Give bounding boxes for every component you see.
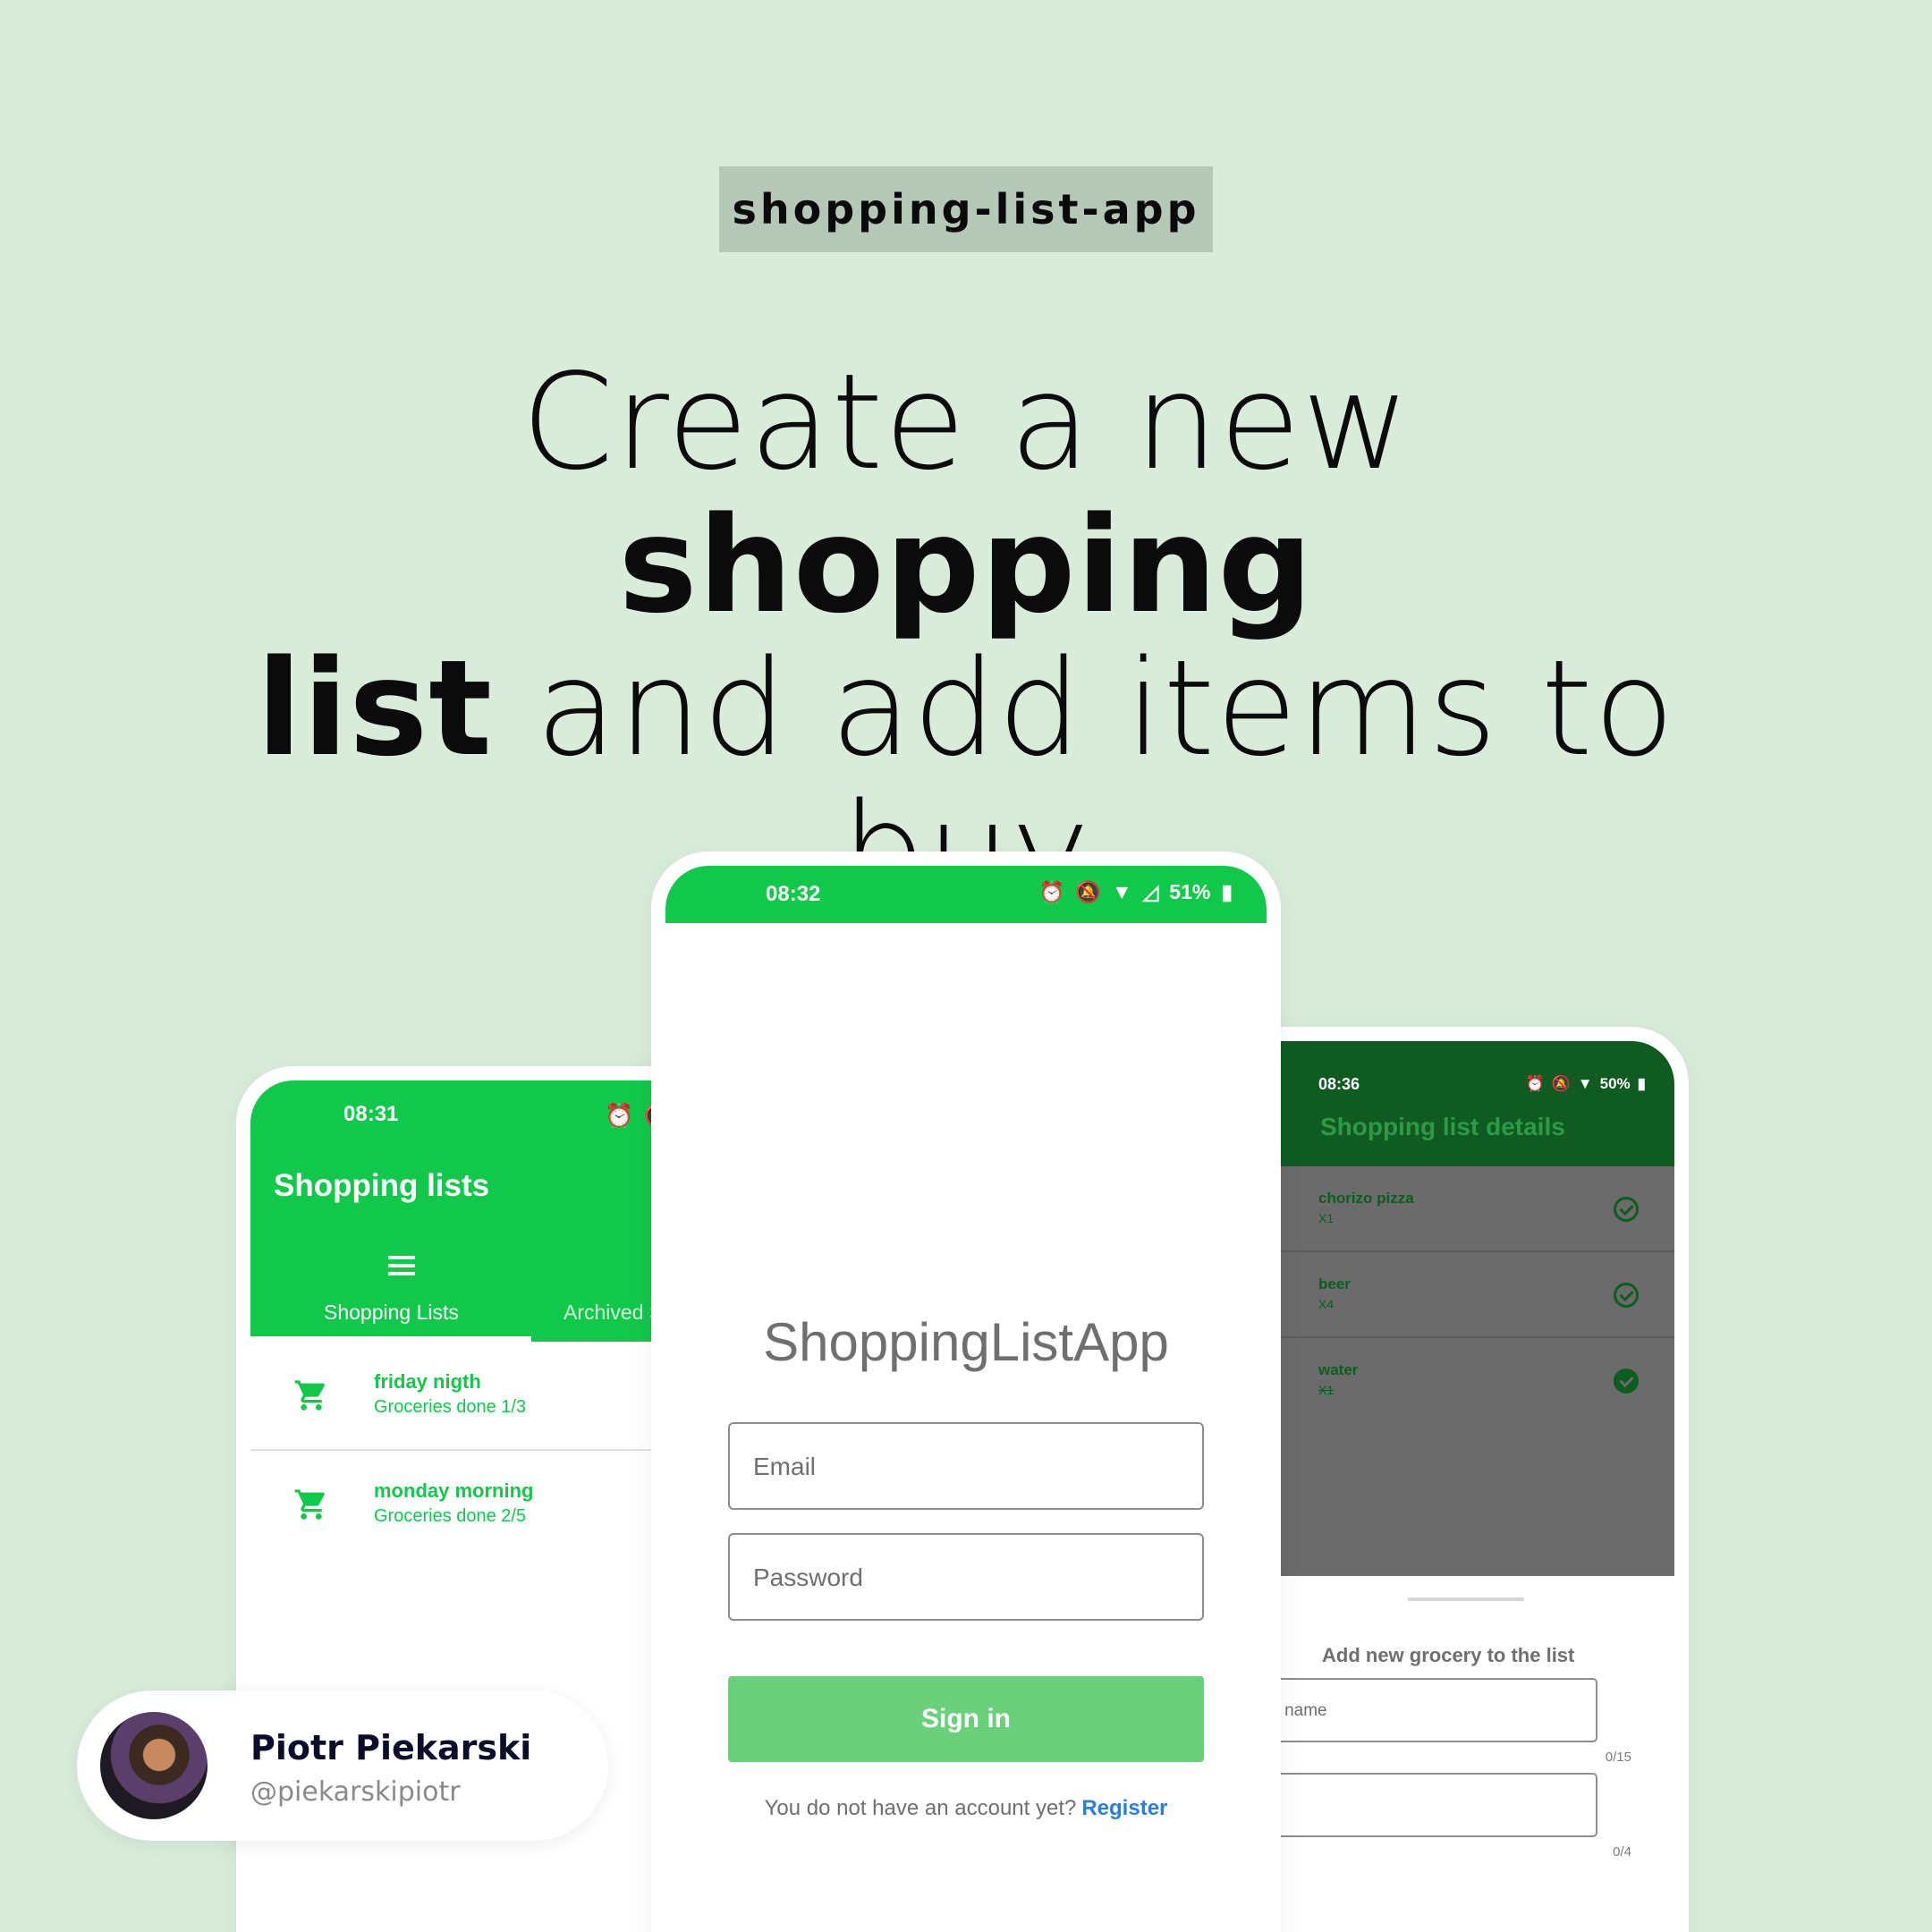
headline: Create a new shopping list and add items … (161, 351, 1771, 923)
status-time: 08:32 (766, 882, 821, 906)
status-time: 08:31 (343, 1102, 399, 1126)
status-time: 08:36 (1318, 1075, 1360, 1093)
list-item[interactable]: beer X4 (1231, 1252, 1674, 1338)
grocery-quantity: X4 (1318, 1297, 1335, 1311)
register-link[interactable]: Register (1081, 1796, 1167, 1820)
screen-sign-in: 08:32 ⏰ 🔕 ▼ ◿ 51% ▮ ShoppingListApp Emai… (665, 866, 1267, 1932)
app-title: ShoppingListApp (763, 1312, 1169, 1372)
wifi-icon: ▼ (1111, 880, 1132, 903)
alarm-icon: ⏰ (1525, 1075, 1545, 1092)
headline-part1: Create a new (521, 345, 1411, 499)
headline-bold1: shopping (618, 488, 1314, 642)
register-prompt: You do not have an account yet? Register (665, 1796, 1267, 1821)
no-account-text: You do not have an account yet? (764, 1796, 1077, 1820)
headline-bold2: list (256, 631, 494, 785)
grocery-name: beer (1318, 1275, 1351, 1292)
status-icons: ⏰ 🔕 ▼ ◿ 51% ▮ (1039, 880, 1233, 904)
mute-icon: 🔕 (1551, 1075, 1571, 1092)
wifi-icon: ▼ (1577, 1075, 1593, 1092)
screen-list-details: 08:36 ⏰ 🔕 ▼ 50% ▮ Shopping list details … (1231, 1041, 1674, 1932)
password-field[interactable]: Password (728, 1533, 1204, 1621)
check-circle-icon[interactable] (1614, 1283, 1639, 1308)
list-item-progress: Groceries done 1/3 (374, 1397, 527, 1417)
list-item-name: friday nigth (374, 1370, 481, 1393)
email-field[interactable]: Email (728, 1422, 1204, 1510)
cart-icon (294, 1489, 326, 1520)
sign-in-button[interactable]: Sign in (728, 1676, 1204, 1762)
grocery-name: chorizo pizza (1318, 1190, 1414, 1207)
author-name: Piotr Piekarski (250, 1728, 532, 1767)
alarm-icon: ⏰ (605, 1102, 634, 1129)
page-title: Shopping lists (274, 1168, 490, 1203)
repo-tag: shopping-list-app (719, 166, 1213, 252)
status-icons: ⏰ 🔕 ▼ 50% ▮ (1525, 1075, 1646, 1093)
no-signal-icon: ◿ (1142, 880, 1159, 903)
grocery-name-counter: 0/15 (1605, 1750, 1631, 1765)
bottom-sheet-handle[interactable] (1408, 1597, 1524, 1601)
author-card: Piotr Piekarski @piekarskipiotr (77, 1690, 608, 1841)
phone-list-details: 08:36 ⏰ 🔕 ▼ 50% ▮ Shopping list details … (1216, 1027, 1689, 1932)
list-icon (388, 1256, 415, 1275)
list-item-name: monday morning (374, 1479, 534, 1502)
battery-percent: 50% (1599, 1075, 1631, 1092)
avatar (100, 1712, 208, 1819)
phone-sign-in: 08:32 ⏰ 🔕 ▼ ◿ 51% ▮ ShoppingListApp Emai… (651, 852, 1281, 1932)
battery-percent: 51% (1169, 880, 1211, 903)
bottom-sheet-title: Add new grocery to the list (1322, 1644, 1575, 1666)
page-title: Shopping list details (1320, 1113, 1565, 1140)
alarm-icon: ⏰ (1038, 880, 1065, 903)
battery-icon: ▮ (1221, 880, 1233, 903)
mute-icon: 🔕 (1075, 880, 1101, 903)
check-circle-icon[interactable] (1614, 1197, 1639, 1222)
cart-icon (294, 1380, 326, 1411)
amount-field[interactable]: mount (1231, 1773, 1597, 1837)
amount-counter: 0/4 (1613, 1844, 1631, 1860)
list-item-progress: Groceries done 2/5 (374, 1506, 527, 1526)
tab-archived[interactable]: Archived S (564, 1301, 663, 1325)
list-item[interactable]: water X1 (1231, 1338, 1674, 1424)
author-handle: @piekarskipiotr (250, 1776, 461, 1808)
grocery-quantity: X1 (1318, 1211, 1335, 1225)
tab-shopping-lists[interactable]: Shopping Lists (324, 1301, 459, 1325)
grocery-name-field[interactable]: rocery name (1231, 1678, 1597, 1742)
app-bar: 08:36 ⏰ 🔕 ▼ 50% ▮ Shopping list details (1231, 1041, 1674, 1166)
grocery-name: water (1318, 1361, 1359, 1378)
battery-icon: ▮ (1637, 1075, 1646, 1092)
list-item[interactable]: chorizo pizza X1 (1231, 1166, 1674, 1252)
grocery-list: chorizo pizza X1 beer X4 water X1 (1231, 1166, 1674, 1576)
status-bar: 08:32 ⏰ 🔕 ▼ ◿ 51% ▮ (665, 866, 1267, 923)
grocery-quantity: X1 (1318, 1383, 1335, 1397)
check-circle-filled-icon[interactable] (1614, 1368, 1639, 1394)
